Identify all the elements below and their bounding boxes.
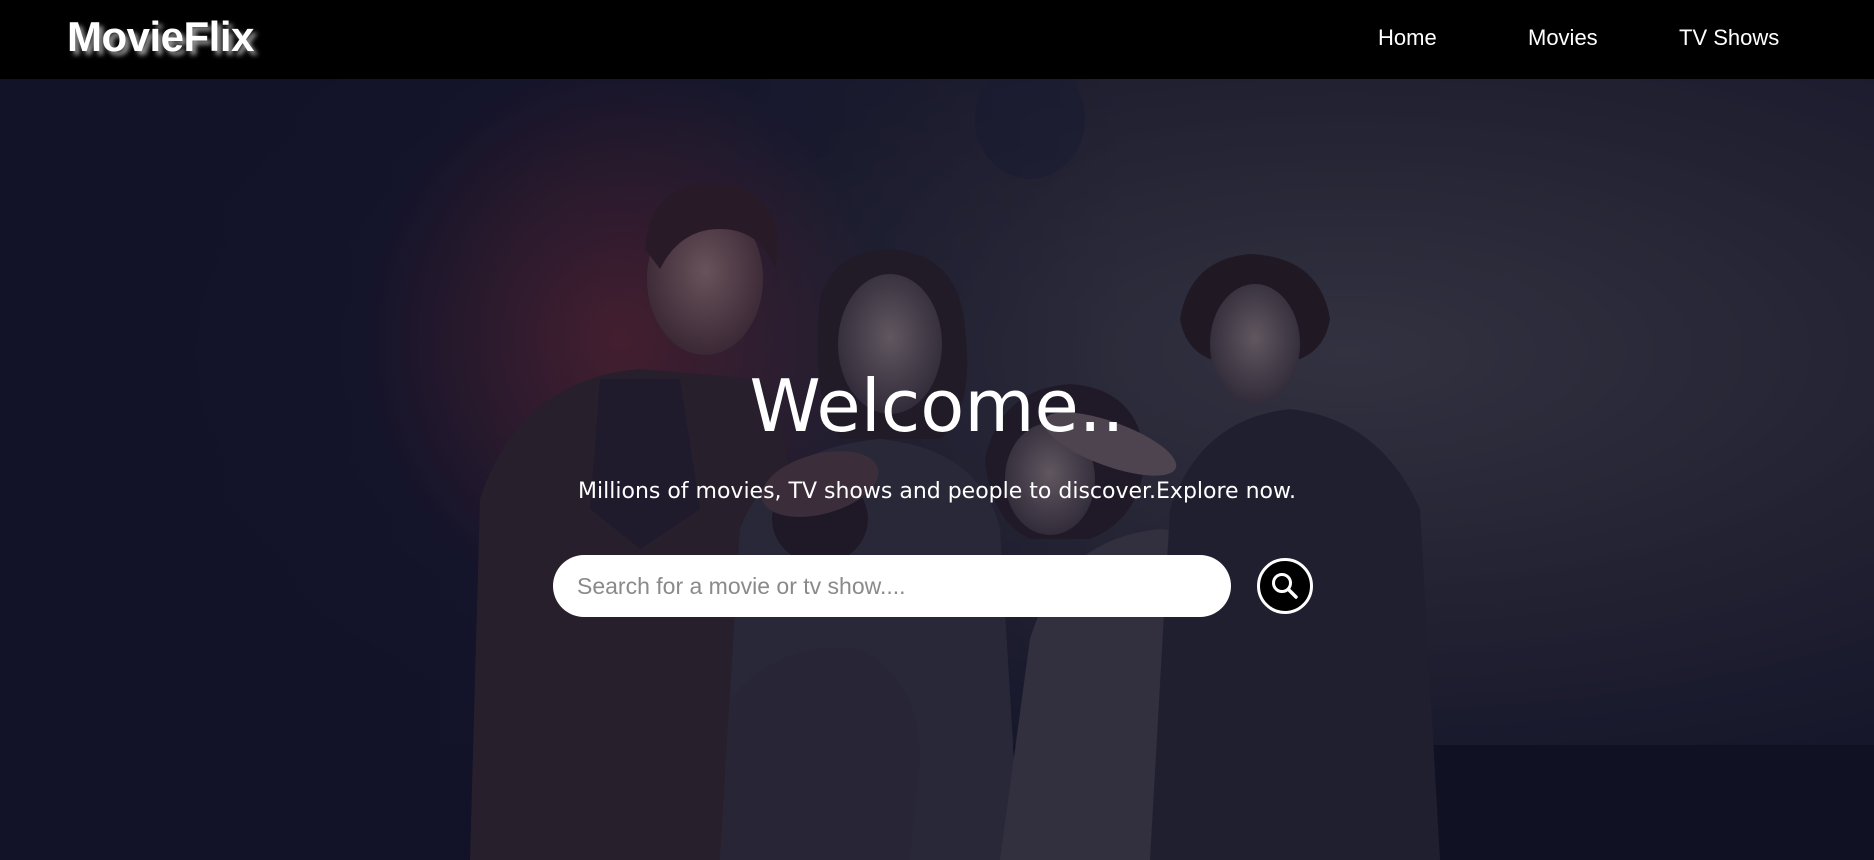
search-icon <box>1272 573 1298 599</box>
hero-dark-overlay <box>0 79 1874 860</box>
search-button[interactable] <box>1257 558 1313 614</box>
nav-link-tv-shows[interactable]: TV Shows <box>1679 25 1779 51</box>
search-input[interactable] <box>553 555 1231 617</box>
hero-subtitle: Millions of movies, TV shows and people … <box>578 479 1296 504</box>
brand-logo[interactable]: MovieFlix <box>67 13 254 61</box>
top-navbar: MovieFlix Home Movies TV Shows <box>0 0 1874 79</box>
hero-section: Welcome.. Millions of movies, TV shows a… <box>0 79 1874 860</box>
hero-title: Welcome.. <box>749 364 1125 448</box>
nav-link-home[interactable]: Home <box>1378 25 1437 51</box>
nav-link-movies[interactable]: Movies <box>1528 25 1598 51</box>
